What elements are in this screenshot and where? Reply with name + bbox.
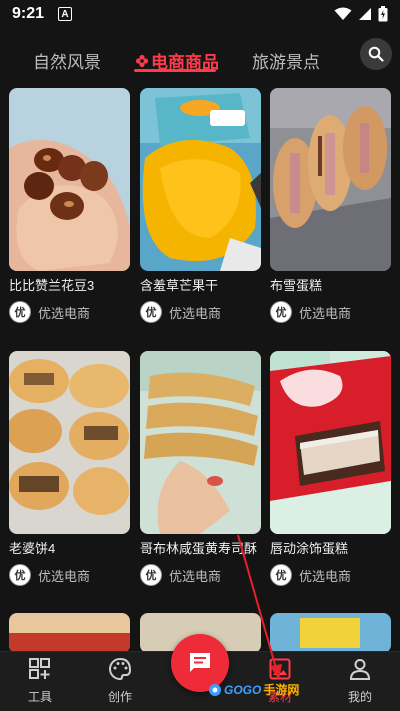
watermark-text-2: 手游网 [263,683,300,697]
nav-tools[interactable]: 工具 [10,658,70,705]
shop-row[interactable]: 优 优选电商 [270,301,391,323]
shop-name: 优选电商 [299,568,352,584]
nav-mine-label: 我的 [347,690,372,704]
product-card[interactable]: 布雪蛋糕 优 优选电商 [270,88,391,323]
product-card[interactable]: 含羞草芒果干 优 优选电商 [140,88,261,323]
fava-beans-photo[interactable] [9,88,130,271]
product-title: 哥布林咸蛋黄寿司酥 [140,541,258,556]
shop-name: 优选电商 [169,568,222,584]
shop-row[interactable]: 优 优选电商 [270,564,391,586]
product-title: 唇动涂饰蛋糕 [270,541,349,556]
shop-avatar: 优 [140,564,162,586]
wifi-icon [334,7,352,20]
battery-icon [378,6,388,22]
signal-icon [359,8,371,20]
nav-create[interactable]: 创作 [90,657,150,705]
shop-row[interactable]: 优 优选电商 [9,564,130,586]
shop-name: 优选电商 [38,305,91,321]
coated-cake-photo[interactable] [270,351,391,534]
product-title: 老婆饼4 [9,541,56,556]
nav-create-label: 创作 [107,690,132,704]
shop-avatar: 优 [270,564,292,586]
product-card[interactable]: 唇动涂饰蛋糕 优 优选电商 [270,351,391,586]
palette-icon [109,657,132,681]
category-tabs: 自然风景 电商商品 旅游景点 [0,38,400,78]
status-icons [334,6,388,22]
shop-avatar: 优 [140,301,162,323]
active-tab-indicator [134,69,216,72]
product-title: 含羞草芒果干 [140,278,219,293]
shop-avatar: 优 [9,564,31,586]
search-icon [368,46,384,62]
status-time: 9:21 [12,5,45,22]
shop-name: 优选电商 [38,568,91,584]
shop-avatar: 优 [9,301,31,323]
product-card[interactable]: 哥布林咸蛋黄寿司酥 优 优选电商 [140,351,261,586]
person-icon [349,659,371,680]
wife-cake-photo[interactable] [9,351,130,534]
product-title: 比比赞兰花豆3 [9,278,95,293]
nav-tools-label: 工具 [27,690,52,704]
image-icon [269,658,291,680]
shop-avatar: 优 [270,301,292,323]
logo-icon [209,683,221,696]
status-bar: 9:21 A [0,0,400,28]
product-thumb-partial[interactable] [270,613,391,653]
notification-icon: A [58,7,73,21]
flower-icon [135,54,149,67]
sandwich-cake-photo[interactable] [270,88,391,271]
shop-row[interactable]: 优 优选电商 [9,301,130,323]
product-card[interactable]: 老婆饼4 优 优选电商 [9,351,130,586]
tab-nature[interactable]: 自然风景 [33,48,101,73]
watermark-logo: GOGO 手游网 [208,681,299,698]
egg-yolk-biscuit-photo[interactable] [140,351,261,534]
nav-mine[interactable]: 我的 [330,658,390,705]
shop-name: 优选电商 [299,305,352,321]
shop-row[interactable]: 优 优选电商 [140,564,261,586]
product-thumb-partial[interactable] [9,613,130,653]
product-card[interactable]: 比比赞兰花豆3 优 优选电商 [9,88,130,323]
shop-name: 优选电商 [169,305,222,321]
chat-icon [190,653,210,672]
shop-row[interactable]: 优 优选电商 [140,301,261,323]
search-button[interactable] [360,38,392,70]
apps-add-icon [29,658,50,679]
watermark-text: GOGO [224,682,262,697]
tab-travel[interactable]: 旅游景点 [252,48,320,73]
dried-mango-photo[interactable] [140,88,261,271]
product-title: 布雪蛋糕 [270,278,323,293]
